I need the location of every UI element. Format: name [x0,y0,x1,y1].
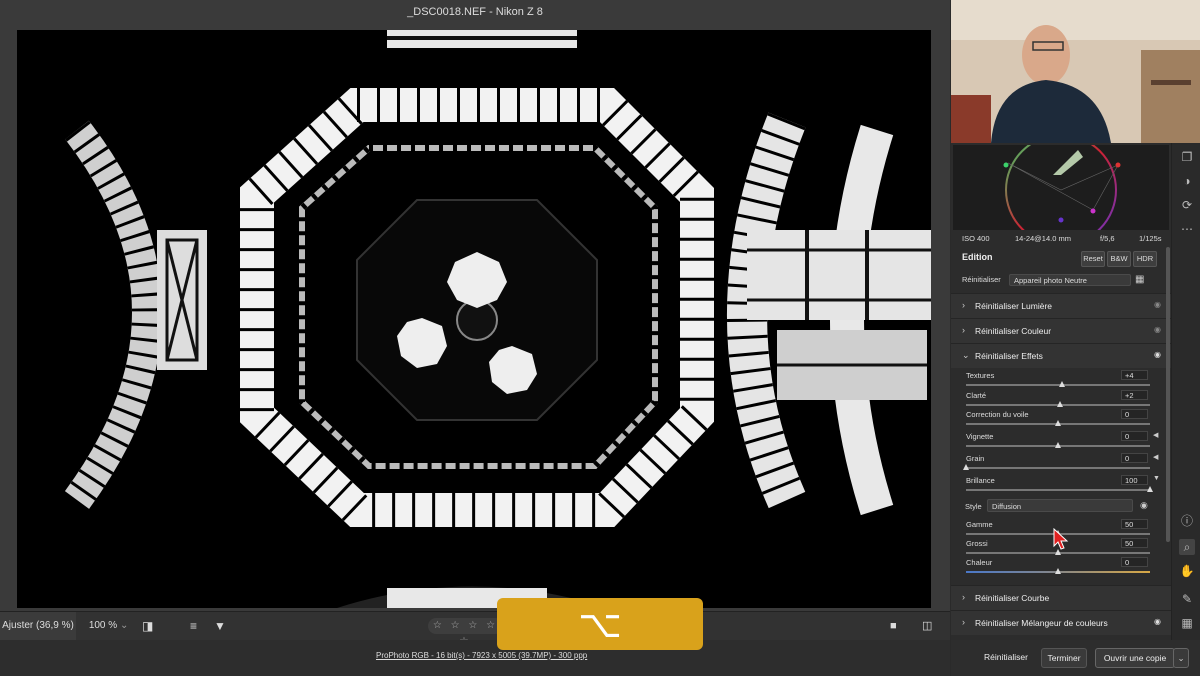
panel-scrollbar[interactable] [1166,247,1170,542]
bw-button[interactable]: B&W [1107,251,1131,267]
footer-actions: Réinitialiser Terminer Ouvrir une copie … [951,640,1200,676]
workflow-options-link[interactable]: ProPhoto RGB - 16 bit(s) - 7923 x 5005 (… [376,651,587,660]
section-effects[interactable]: ⌄ Réinitialiser Effets ◉ [951,343,1171,368]
open-copy-button[interactable]: Ouvrir une copie [1095,648,1175,668]
bottom-toolbar: Ajuster (36,9 %) 100 % ⌄ ◨ ≡ ▼ ☆ ☆ ☆ ☆ ☆… [0,611,950,647]
slider-chaleur[interactable]: Chaleur 0 [951,555,1171,577]
chevron-right-icon: › [962,325,965,335]
slider-value-input[interactable]: 0 [1121,431,1148,441]
section-color[interactable]: › Réinitialiser Couleur ◉ [951,318,1171,343]
chevron-right-icon: › [962,300,965,310]
tool-rail: ❐ ◑ ⟳ ⋯ ⓘ ⌕ ✋ ✎ ▦ [1171,143,1200,640]
mouse-cursor-icon [1053,528,1069,550]
style-select[interactable]: Diffusion [987,499,1133,512]
eye-icon[interactable]: ◉ [1154,617,1161,626]
chevron-down-icon[interactable]: ⌄ [120,612,130,640]
slider-value-input[interactable]: +2 [1121,390,1148,400]
chevron-right-icon: › [962,592,965,602]
presenter-image [951,0,1200,143]
style-label: Style [965,502,982,511]
grid-icon[interactable]: ▦ [1179,615,1195,631]
slider-track[interactable] [966,467,1150,469]
iso-value: ISO 400 [962,234,990,243]
slider-value-input[interactable]: 0 [1121,453,1148,463]
expand-triangle-icon[interactable]: ◀ [1153,431,1158,439]
slider-voile[interactable]: Correction du voile 0 [951,407,1171,429]
slider-value-input[interactable]: 0 [1121,557,1148,567]
compare-icon[interactable]: ◨ [142,612,156,640]
chevron-right-icon: › [962,617,965,627]
eye-icon[interactable]: ◉ [1154,325,1161,334]
shutter-value: 1/125s [1139,234,1162,243]
filter-icon[interactable]: ▼ [214,612,228,640]
slider-thumb[interactable] [1055,442,1061,448]
sync-icon[interactable]: ⟳ [1179,197,1195,213]
presets-icon[interactable]: ◑ [1179,173,1195,189]
zoom-icon[interactable]: ⌕ [1179,539,1195,555]
slider-thumb[interactable] [1055,420,1061,426]
style-row: Style Diffusion ◉ [951,497,1171,515]
image-canvas[interactable] [0,24,950,611]
profile-label: Réinitialiser [962,275,1001,284]
skylight-photo [17,30,931,608]
edit-title: Edition [962,252,993,262]
slider-textures[interactable]: Textures +4 [951,368,1171,390]
slider-thumb[interactable] [1058,381,1065,387]
window-title: _DSC0018.NEF - Nikon Z 8 [0,0,950,24]
slider-thumb[interactable] [1055,568,1061,574]
expand-triangle-icon[interactable]: ◀ [1153,453,1158,461]
reset-all-button[interactable]: Réinitialiser [976,648,1036,666]
slider-thumb[interactable] [1147,486,1153,492]
slider-value-input[interactable]: 50 [1121,538,1148,548]
reset-button[interactable]: Reset [1081,251,1105,267]
zoom-fit-button[interactable]: Ajuster (36,9 %) [0,612,76,640]
edit-panel: ISO 400 14-24@14.0 mm f/5,6 1/125s Editi… [951,134,1171,640]
chevron-down-icon: ⌄ [962,350,970,360]
collapse-triangle-icon[interactable]: ▼ [1153,475,1160,482]
hand-icon[interactable]: ✋ [1179,563,1195,579]
slider-track[interactable] [966,489,1150,491]
aperture-value: f/5,6 [1100,234,1115,243]
slider-value-input[interactable]: +4 [1121,370,1148,380]
slider-value-input[interactable]: 0 [1121,409,1148,419]
color-wheel-histogram [953,134,1169,246]
section-light[interactable]: › Réinitialiser Lumière ◉ [951,293,1171,318]
edit-header: Edition Reset B&W HDR [951,247,1171,269]
info-icon[interactable]: ⓘ [1179,513,1195,529]
eye-icon[interactable]: ◉ [1154,300,1161,309]
fullscreen-icon[interactable]: ■ [890,612,904,640]
section-curve[interactable]: › Réinitialiser Courbe [951,585,1171,610]
layers-icon[interactable]: ❐ [1179,149,1195,165]
more-icon[interactable]: ⋯ [1179,221,1195,237]
done-button[interactable]: Terminer [1041,648,1087,668]
photo-preview[interactable] [17,30,931,608]
slider-grain[interactable]: Grain 0 ◀ [951,451,1171,473]
status-bar: ProPhoto RGB - 16 bit(s) - 7923 x 5005 (… [0,640,950,676]
slider-value-input[interactable]: 100 [1121,475,1148,485]
slider-thumb[interactable] [963,464,969,470]
slider-vignette[interactable]: Vignette 0 ◀ [951,429,1171,451]
eye-icon[interactable]: ◉ [1154,350,1161,359]
color-sampler-icon[interactable]: ✎ [1179,591,1195,607]
keyboard-overlay: ⌥ [497,598,703,650]
profile-browser-icon[interactable]: ▦ [1135,274,1144,285]
section-color-mixer[interactable]: › Réinitialiser Mélangeur de couleurs ◉ [951,610,1171,635]
before-after-icon[interactable]: ◫ [922,612,936,640]
profile-select[interactable]: Appareil photo Neutre [1009,274,1131,286]
star-rating[interactable]: ☆ ☆ ☆ ☆ ☆ [428,618,503,647]
slider-value-input[interactable]: 50 [1121,519,1148,529]
option-key-icon: ⌥ [578,603,622,646]
eye-icon[interactable]: ◉ [1140,500,1148,511]
slider-brillance[interactable]: Brillance 100 ▼ [951,473,1171,495]
chevron-down-icon[interactable]: ⌄ [1173,648,1189,668]
webcam-video [951,0,1200,143]
sort-icon[interactable]: ≡ [190,612,204,640]
lens-value: 14-24@14.0 mm [1015,234,1071,243]
profile-row: Réinitialiser Appareil photo Neutre ▦ [951,269,1171,291]
exif-info: ISO 400 14-24@14.0 mm f/5,6 1/125s [951,231,1171,247]
hdr-button[interactable]: HDR [1133,251,1157,267]
